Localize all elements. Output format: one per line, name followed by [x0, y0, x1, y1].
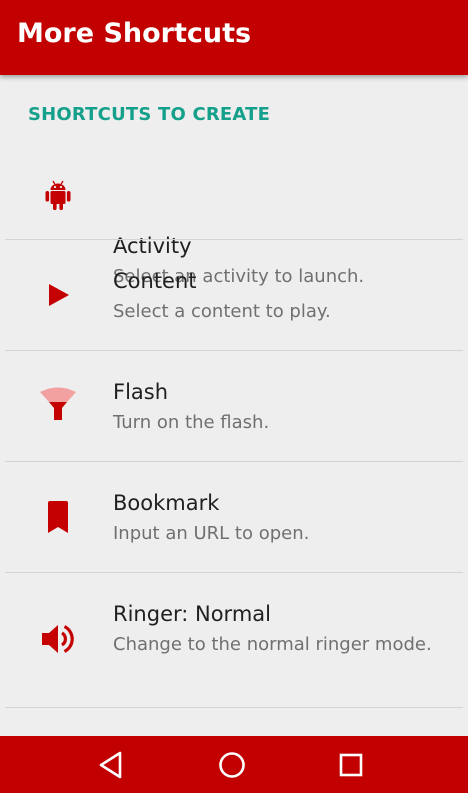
- list-item-content[interactable]: Content Select a content to play.: [0, 240, 468, 350]
- item-title: Flash: [113, 380, 169, 404]
- section-header: SHORTCUTS TO CREATE: [28, 104, 271, 125]
- divider: [5, 707, 463, 708]
- list-item-activity[interactable]: Activity Select an activity to launch.: [0, 151, 468, 287]
- item-title: Bookmark: [113, 491, 220, 515]
- back-triangle-icon[interactable]: [95, 748, 129, 782]
- bookmark-icon: [36, 495, 80, 539]
- item-title: Ringer: Normal: [113, 602, 271, 626]
- android-icon: [36, 173, 80, 217]
- play-icon: [36, 273, 80, 317]
- recents-square-icon[interactable]: [334, 748, 368, 782]
- list-item-ringer[interactable]: Ringer: Normal Change to the normal ring…: [0, 573, 468, 707]
- item-subtitle: Turn on the flash.: [113, 412, 270, 433]
- item-subtitle: Input an URL to open.: [113, 523, 310, 544]
- list-item-flash[interactable]: Flash Turn on the flash.: [0, 351, 468, 461]
- navigation-bar: [0, 736, 468, 793]
- item-title: Content: [113, 269, 197, 293]
- home-circle-icon[interactable]: [215, 748, 249, 782]
- flashlight-icon: [36, 384, 80, 428]
- item-subtitle: Select a content to play.: [113, 301, 331, 322]
- shortcut-list: SHORTCUTS TO CREATE Activity Select an a…: [0, 75, 468, 736]
- volume-icon: [36, 617, 80, 661]
- app-bar-title: More Shortcuts: [17, 18, 252, 49]
- item-subtitle: Change to the normal ringer mode.: [113, 634, 432, 655]
- list-item-bookmark[interactable]: Bookmark Input an URL to open.: [0, 462, 468, 572]
- app-bar: More Shortcuts: [0, 0, 468, 75]
